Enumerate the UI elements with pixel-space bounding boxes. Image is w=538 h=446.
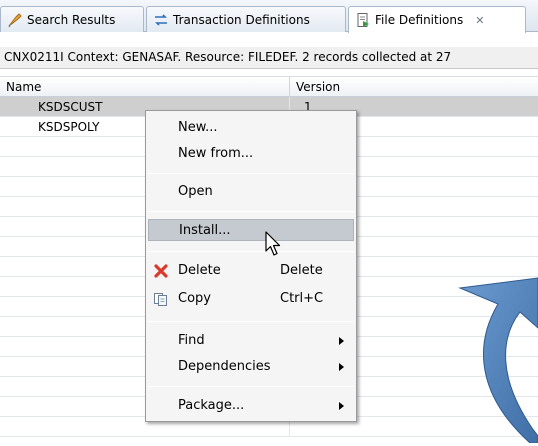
spacer [0,32,538,47]
tab-file-definitions[interactable]: File Definitions ✕ [348,6,526,33]
menu-item-new[interactable]: New... [148,117,354,139]
menu-separator [148,211,354,212]
menu-item-label: Package... [178,398,245,413]
copy-icon [153,291,169,307]
menu-item-label: Dependencies [178,359,271,374]
menu-separator [148,386,354,387]
menu-item-label: Delete [178,263,221,278]
menu-item-label: Open [178,184,213,199]
table-header: Name Version [0,76,538,97]
menu-item-find[interactable]: Find [148,330,354,352]
tab-label: Search Results [27,12,116,27]
tab-transaction-definitions[interactable]: Transaction Definitions [146,6,346,32]
menu-item-shortcut: Ctrl+C [280,291,324,306]
menu-item-label: Install... [179,223,231,238]
close-icon[interactable]: ✕ [475,14,484,27]
curved-arrow-icon [420,268,538,444]
transaction-icon [153,12,169,28]
tab-label: File Definitions [375,13,464,27]
menu-item-label: Find [178,333,205,348]
menu-item-label: New from... [178,146,254,161]
submenu-arrow-icon [339,363,344,371]
tab-search-results[interactable]: Search Results [0,6,144,32]
column-header-version[interactable]: Version [290,77,538,97]
menu-item-label: Copy [178,291,211,306]
tab-label: Transaction Definitions [173,12,310,27]
menu-item-install[interactable]: Install... [148,219,354,241]
menu-item-delete[interactable]: Delete Delete [148,260,354,282]
submenu-arrow-icon [339,337,344,345]
column-header-name[interactable]: Name [0,77,290,97]
context-menu: New... New from... Open Install... Delet… [145,110,357,422]
menu-item-new-from[interactable]: New from... [148,143,354,165]
menu-separator [148,321,354,322]
mouse-pointer-icon [265,231,285,259]
search-results-icon [7,12,23,28]
status-message: CNX0211I Context: GENASAF. Resource: FIL… [0,47,538,69]
editor-tab-bar: Search Results Transaction Definitions F… [0,0,538,33]
menu-item-open[interactable]: Open [148,181,354,203]
menu-item-dependencies[interactable]: Dependencies [148,356,354,378]
file-definitions-icon [355,12,371,28]
menu-item-label: New... [178,120,218,135]
menu-separator [148,173,354,174]
submenu-arrow-icon [339,402,344,410]
delete-x-icon [153,263,169,279]
menu-item-package[interactable]: Package... [148,395,354,417]
menu-item-copy[interactable]: Copy Ctrl+C [148,288,354,310]
menu-item-shortcut: Delete [280,263,323,278]
menu-separator [148,251,354,252]
